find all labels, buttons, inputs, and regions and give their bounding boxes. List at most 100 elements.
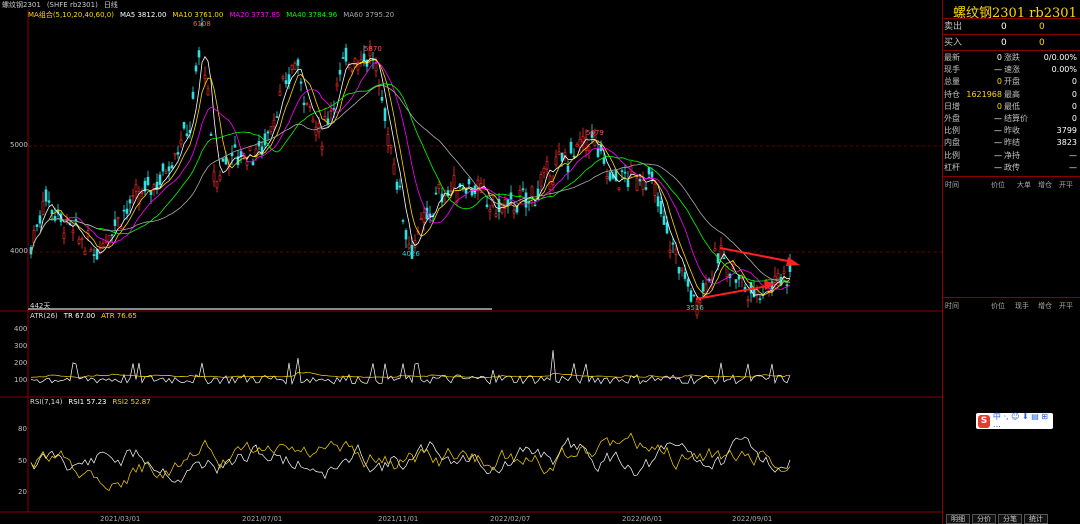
ask-label: 卖出 <box>944 22 963 32</box>
quote-value: 0 <box>996 53 1002 62</box>
candle-body <box>512 209 516 214</box>
quote-label: 涨跌 <box>1004 53 1020 62</box>
candle-body <box>281 76 285 80</box>
date-tick: 2022/09/01 <box>732 515 773 523</box>
candle-body <box>215 181 219 189</box>
low-label-1: 4026 <box>402 250 420 258</box>
atr-legend: ATR(26) TR 67.00 ATR 76.65 <box>30 312 137 320</box>
candle-body <box>173 152 177 156</box>
candle-body <box>734 279 738 283</box>
candle-body <box>449 190 453 192</box>
quote-label: 昨收 <box>1004 126 1020 136</box>
peak-label-3: 5079 <box>586 129 604 137</box>
quote-value: — <box>994 150 1002 160</box>
candle-body <box>605 176 609 180</box>
candle-body <box>308 106 312 108</box>
candle-body <box>554 156 558 166</box>
candle-body <box>293 62 297 70</box>
ask-row: 卖出 0 0 <box>943 21 1080 33</box>
candle-body <box>164 171 168 174</box>
atr-tick-100: 100 <box>14 376 28 384</box>
candle-body <box>92 254 96 256</box>
candle-body <box>698 299 702 304</box>
tab-detail[interactable]: 明细 <box>946 514 970 524</box>
candle-body <box>203 74 207 79</box>
tab-price[interactable]: 分价 <box>972 514 996 524</box>
candle-body <box>650 171 654 178</box>
ime-tools[interactable]: 中 ·, ☺ ⬇ ▤ ⊞ ⋯ <box>993 411 1053 431</box>
rsi2-line <box>30 432 791 492</box>
candle-body <box>635 177 639 191</box>
candle-body <box>131 195 135 198</box>
candle-body <box>722 257 726 260</box>
candle-body <box>362 53 366 62</box>
candle-body <box>218 175 222 181</box>
candle-body <box>569 141 573 154</box>
quote-value: 0 <box>996 77 1002 87</box>
candle-body <box>125 208 129 214</box>
candle-body <box>311 119 315 123</box>
candle-body <box>746 299 750 302</box>
candle-body <box>518 190 522 196</box>
candle-body <box>134 184 138 192</box>
quote-value: 0/0.00% <box>1043 53 1077 62</box>
kline-chart[interactable] <box>0 0 942 524</box>
rsi-legend: RSI(7,14) RSI1 57.23 RSI2 52.87 <box>30 398 151 406</box>
candle-body <box>566 165 570 173</box>
candle-body <box>533 204 537 207</box>
chart-area[interactable]: 螺纹钢2301 (SHFE rb2301) 日线 MA组合(5,10,20,40… <box>0 0 942 524</box>
candle-body <box>647 167 651 175</box>
candle-body <box>572 155 576 158</box>
bid-price: 0 <box>1001 38 1007 48</box>
candle-body <box>209 133 213 136</box>
rsi2-value: RSI2 52.87 <box>112 398 151 406</box>
candle-body <box>206 88 210 96</box>
candle-body <box>170 165 174 169</box>
ime-toolbar[interactable]: S 中 ·, ☺ ⬇ ▤ ⊞ ⋯ <box>976 411 1053 431</box>
atr-line <box>30 371 791 378</box>
tab-tick[interactable]: 分笔 <box>998 514 1022 524</box>
candle-body <box>752 288 756 298</box>
col-oc: 开平 <box>1059 181 1073 189</box>
sogou-icon[interactable]: S <box>978 414 990 428</box>
quote-value: — <box>994 126 1002 136</box>
candle-body <box>101 243 105 248</box>
candle-body <box>485 204 489 207</box>
candle-body <box>104 241 108 243</box>
candle-body <box>560 153 564 162</box>
quote-row: 持仓 1621968 最高 0 <box>943 89 1080 101</box>
candle-body <box>578 138 582 148</box>
candle-body <box>47 200 51 203</box>
col-hand: 现手 <box>1015 302 1029 310</box>
col-oc: 开平 <box>1059 302 1073 310</box>
col-oi: 增仓 <box>1038 302 1052 310</box>
quote-value: 3799 <box>1056 126 1077 136</box>
quote-label: 最新 <box>944 53 960 62</box>
candle-body <box>158 174 162 185</box>
quote-label: 内盘 <box>944 138 960 148</box>
quote-value: 0 <box>1071 114 1077 123</box>
candle-body <box>542 167 546 174</box>
quote-row: 现手 — 速涨 0.00% <box>943 64 1080 76</box>
candle-body <box>317 122 321 133</box>
rsi-label[interactable]: RSI(7,14) <box>30 398 62 406</box>
candle-body <box>386 134 390 146</box>
candle-body <box>320 145 324 150</box>
atr-label[interactable]: ATR(26) <box>30 312 58 320</box>
candle-body <box>680 267 684 272</box>
candle-body <box>575 143 579 147</box>
candle-body <box>233 144 237 148</box>
candle-body <box>110 234 114 236</box>
candle-body <box>230 153 234 157</box>
candle-body <box>713 248 717 252</box>
price-tick-5000: 5000 <box>10 141 28 149</box>
trade-header: 时间 价位 大单 增仓 开平 <box>943 180 1080 192</box>
price-tick-4000: 4000 <box>10 247 28 255</box>
tab-stats[interactable]: 统计 <box>1024 514 1048 524</box>
tick-header: 时间 价位 现手 增仓 开平 <box>943 301 1080 313</box>
candle-body <box>122 209 126 212</box>
quote-label: 现手 <box>944 65 960 75</box>
candle-body <box>644 187 648 190</box>
quote-label: 净持 <box>1004 150 1020 160</box>
quote-row: 杠杆 — 政传 — <box>943 162 1080 174</box>
